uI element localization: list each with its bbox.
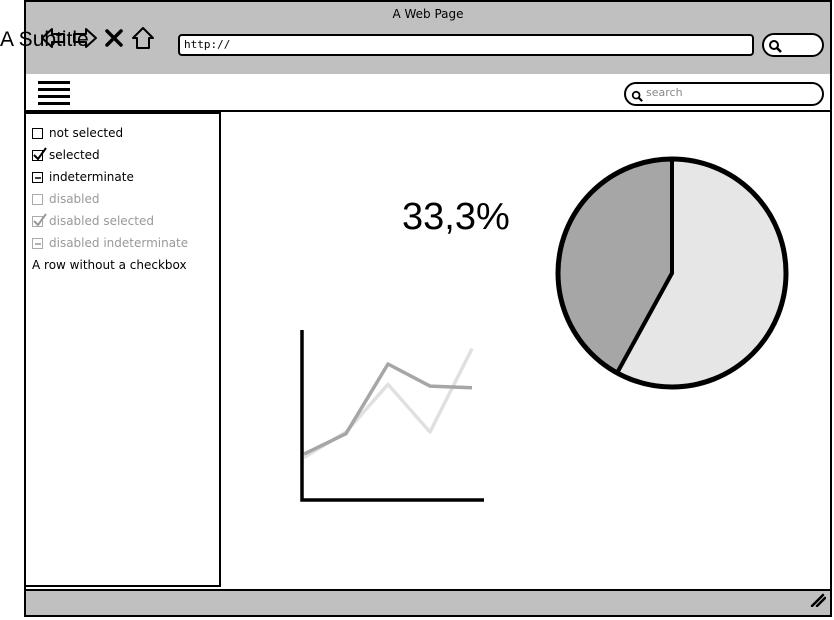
status-bar (26, 589, 830, 615)
browser-window: A Web Page http:// search not selected s… (24, 0, 832, 617)
charts-canvas (300, 156, 789, 502)
pie-chart (555, 156, 789, 390)
resize-grip-icon[interactable] (810, 592, 827, 611)
line-chart-axes (300, 330, 484, 502)
line-chart (300, 330, 484, 502)
line-series (303, 362, 473, 456)
